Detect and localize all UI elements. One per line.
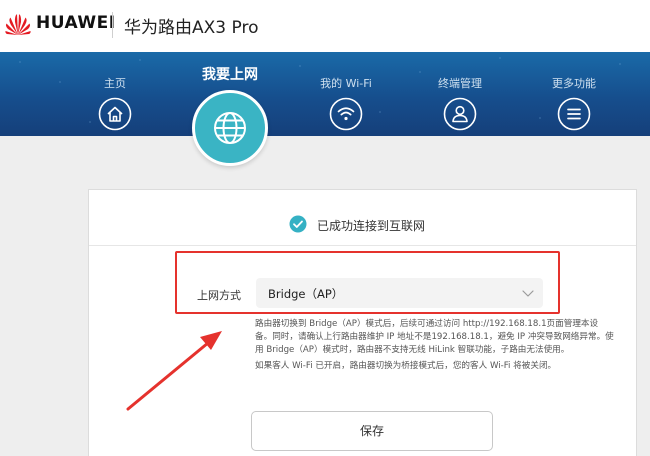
save-button[interactable]: 保存 <box>251 411 493 451</box>
nav-item-wifi[interactable]: 我的 Wi-Fi <box>301 76 391 131</box>
nav-item-internet-label[interactable]: 我要上网 <box>185 64 275 84</box>
nav-item-label: 终端管理 <box>438 77 482 90</box>
check-circle-icon <box>289 215 307 233</box>
connection-status: 已成功连接到互联网 <box>89 190 636 246</box>
annotation-highlight-box <box>175 251 560 314</box>
brand-name: HUAWEI <box>36 13 116 33</box>
internet-settings-panel: 已成功连接到互联网 上网方式 Bridge（AP） 路由器切换到 Bridge（… <box>88 189 637 456</box>
main-nav: 主页 我的 Wi-Fi 终端管理 更多功能 我要上网 <box>0 52 650 136</box>
globe-icon <box>214 112 246 144</box>
nav-item-internet[interactable] <box>192 90 268 166</box>
help-paragraph: 如果客人 Wi-Fi 已开启，路由器切换为桥接模式后，您的客人 Wi-Fi 将被… <box>255 361 557 371</box>
header-divider <box>112 12 113 38</box>
nav-item-more[interactable]: 更多功能 <box>529 76 619 131</box>
nav-item-label: 主页 <box>104 77 126 90</box>
help-paragraph: 路由器切换到 Bridge（AP）模式后，后续可通过访问 http://192.… <box>255 319 614 355</box>
home-icon <box>98 97 132 131</box>
nav-item-devices[interactable]: 终端管理 <box>415 76 505 131</box>
top-header: HUAWEI 华为路由AX3 Pro <box>0 0 650 52</box>
wifi-icon <box>329 97 363 131</box>
mode-help-text: 路由器切换到 Bridge（AP）模式后，后续可通过访问 http://192.… <box>255 318 615 373</box>
device-title: 华为路由AX3 Pro <box>124 18 259 38</box>
menu-icon <box>557 97 591 131</box>
huawei-logo-icon <box>5 14 31 35</box>
nav-item-label: 更多功能 <box>552 77 596 90</box>
user-icon <box>443 97 477 131</box>
nav-item-home[interactable]: 主页 <box>70 76 160 131</box>
nav-item-label: 我的 Wi-Fi <box>320 77 372 90</box>
status-text: 已成功连接到互联网 <box>317 219 426 233</box>
